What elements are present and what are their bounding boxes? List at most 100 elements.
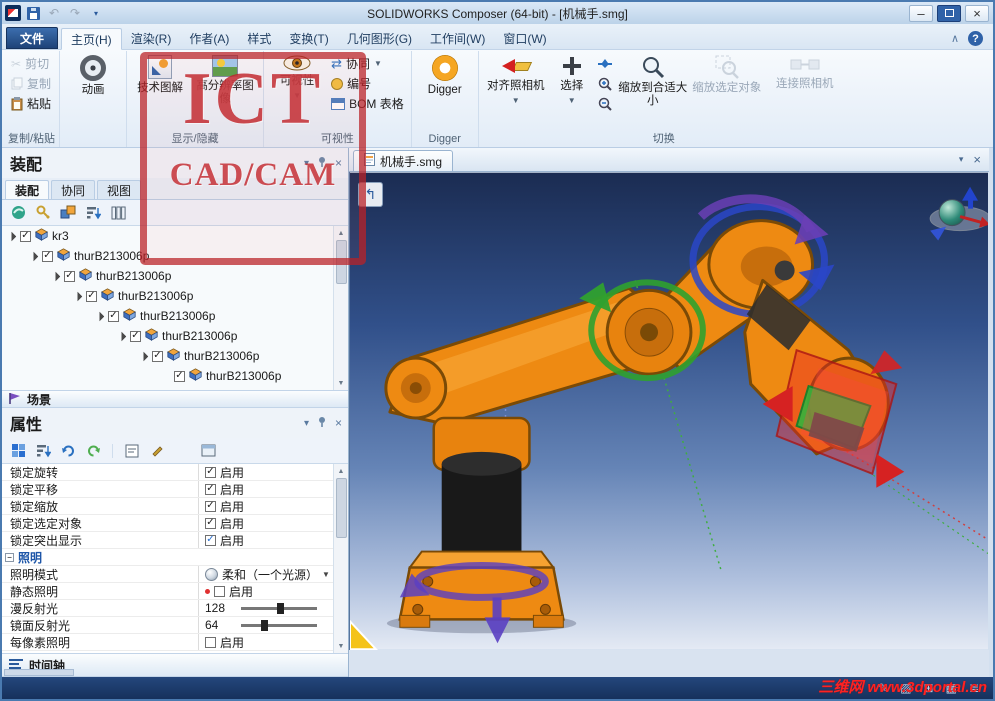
expand-arrow-icon[interactable] — [29, 251, 39, 261]
tree-row[interactable]: thurB213006p — [2, 306, 348, 326]
tree-checkbox[interactable] — [174, 371, 185, 382]
document-tab[interactable]: 机械手.smg — [353, 150, 453, 171]
undo-icon[interactable]: ↶ — [45, 4, 63, 22]
close-pane-icon[interactable]: × — [335, 156, 342, 170]
reset-properties-icon[interactable] — [84, 442, 102, 460]
edit-filter-icon[interactable] — [148, 442, 166, 460]
copy-button[interactable]: 复制 — [8, 74, 54, 93]
tree-row[interactable]: thurB213006p — [2, 326, 348, 346]
digger-button[interactable]: Digger — [416, 52, 474, 131]
numbering-button[interactable]: 编号 — [328, 74, 407, 93]
assembly-tree[interactable]: kr3 thurB213006p thurB213006p thurB21300… — [2, 226, 348, 390]
scene-bar[interactable]: 场景 — [2, 390, 348, 408]
tab-author[interactable]: 作者(A) — [180, 27, 238, 49]
property-row-lock-pan[interactable]: 锁定平移启用 — [2, 481, 333, 498]
pan-button[interactable] — [595, 54, 615, 73]
script-icon[interactable] — [123, 442, 141, 460]
tech-illustration-button[interactable]: 技术图解 — [131, 52, 189, 131]
scroll-up-icon[interactable]: ▲ — [334, 464, 348, 478]
scroll-thumb[interactable] — [336, 240, 347, 284]
refresh-icon[interactable] — [59, 442, 77, 460]
visibility-mode-icon[interactable] — [9, 204, 27, 222]
tree-row[interactable]: kr3 — [2, 226, 348, 246]
tree-checkbox[interactable] — [108, 311, 119, 322]
expand-arrow-icon[interactable] — [117, 331, 127, 341]
property-row-diffuse[interactable]: 漫反射光128 — [2, 600, 333, 617]
property-row-lock-selection[interactable]: 锁定选定对象启用 — [2, 515, 333, 532]
property-row-lock-highlight[interactable]: 锁定突出显示启用 — [2, 532, 333, 549]
scroll-up-icon[interactable]: ▲ — [334, 226, 348, 240]
minimize-button[interactable]: – — [909, 5, 933, 22]
pin-icon[interactable] — [317, 416, 327, 430]
expand-arrow-icon[interactable] — [139, 351, 149, 361]
link-camera-button[interactable]: 连接照相机 — [765, 52, 845, 131]
tab-render[interactable]: 渲染(R) — [122, 27, 181, 49]
tree-scrollbar[interactable]: ▲ ▼ — [333, 226, 348, 390]
checkbox[interactable] — [205, 535, 216, 546]
sort-az-icon[interactable] — [34, 442, 52, 460]
tab-geometry[interactable]: 几何图形(G) — [338, 27, 421, 49]
tree-checkbox[interactable] — [152, 351, 163, 362]
help-icon[interactable]: ? — [968, 31, 983, 46]
expand-arrow-icon[interactable] — [51, 271, 61, 281]
tab-workshops[interactable]: 工作间(W) — [421, 27, 494, 49]
redo-icon[interactable]: ↷ — [66, 4, 84, 22]
specular-slider[interactable] — [241, 624, 317, 627]
close-pane-icon[interactable]: × — [335, 416, 342, 430]
property-row-specular[interactable]: 镜面反射光64 — [2, 617, 333, 634]
dropdown-arrow-icon[interactable]: ▼ — [322, 570, 330, 579]
pane-menu-icon[interactable]: ▾ — [304, 418, 309, 429]
restore-button[interactable] — [937, 5, 961, 22]
checkbox[interactable] — [214, 586, 225, 597]
sort-az-icon[interactable] — [84, 204, 102, 222]
close-button[interactable]: × — [965, 5, 989, 22]
tree-row[interactable]: thurB213006p — [2, 246, 348, 266]
collapse-ribbon-icon[interactable]: ∧ — [951, 32, 959, 45]
h-scroll-stub[interactable] — [4, 669, 74, 676]
align-camera-button[interactable]: 对齐照相机 ▼ — [483, 52, 549, 131]
expand-arrow-icon[interactable] — [73, 291, 83, 301]
pane-menu-icon[interactable]: ▾ — [304, 158, 309, 169]
column-chooser-icon[interactable] — [109, 204, 127, 222]
tab-collaboration[interactable]: 协同 — [51, 180, 95, 199]
tab-assembly[interactable]: 装配 — [5, 180, 49, 199]
property-row-lock-rotation[interactable]: 锁定旋转启用 — [2, 464, 333, 481]
property-row-per-pixel[interactable]: 每像素照明启用 — [2, 634, 333, 651]
tree-checkbox[interactable] — [42, 251, 53, 262]
animation-button[interactable]: 动画 — [64, 52, 122, 131]
close-document-icon[interactable]: × — [973, 152, 981, 167]
3d-viewport[interactable]: ↰ — [349, 172, 989, 650]
hires-image-button[interactable]: 高分辨率图像 — [191, 52, 259, 131]
property-row-static-lighting[interactable]: 静态照明启用 — [2, 583, 333, 600]
tree-checkbox[interactable] — [86, 291, 97, 302]
tab-views[interactable]: 视图 — [97, 180, 141, 199]
tree-row[interactable]: thurB213006p — [2, 266, 348, 286]
key-icon[interactable] — [34, 204, 52, 222]
tab-styles[interactable]: 样式 — [238, 27, 280, 49]
tab-transform[interactable]: 变换(T) — [280, 27, 337, 49]
tab-home[interactable]: 主页(H) — [61, 28, 122, 50]
pin-icon[interactable] — [317, 156, 327, 170]
scroll-down-icon[interactable]: ▼ — [334, 376, 348, 390]
previous-view-button[interactable]: ↰ — [358, 182, 383, 207]
checkbox[interactable] — [205, 637, 216, 648]
categorize-icon[interactable] — [9, 442, 27, 460]
scroll-down-icon[interactable]: ▼ — [334, 639, 348, 653]
select-button[interactable]: 选择 ▼ — [551, 52, 593, 131]
zoom-selected-button[interactable]: 缩放选定对象 — [691, 52, 763, 131]
file-menu-button[interactable]: 文件 — [6, 27, 58, 49]
bom-table-button[interactable]: BOM 表格 — [328, 94, 407, 113]
scroll-thumb[interactable] — [336, 478, 347, 538]
diffuse-slider[interactable] — [241, 607, 317, 610]
tab-list-icon[interactable]: ▾ — [959, 154, 964, 165]
checkbox[interactable] — [205, 484, 216, 495]
zoom-out-button[interactable] — [595, 94, 615, 113]
expand-arrow-icon[interactable] — [7, 231, 17, 241]
tree-checkbox[interactable] — [20, 231, 31, 242]
tree-row[interactable]: thurB213006p — [2, 366, 348, 386]
visibility-button[interactable]: 可视性 ▼ — [268, 52, 326, 131]
tree-checkbox[interactable] — [130, 331, 141, 342]
collaboration-button[interactable]: ⇄协同▼ — [328, 54, 407, 73]
property-section-lighting[interactable]: −照明 — [2, 549, 333, 566]
paste-button[interactable]: 粘贴 — [8, 94, 54, 113]
